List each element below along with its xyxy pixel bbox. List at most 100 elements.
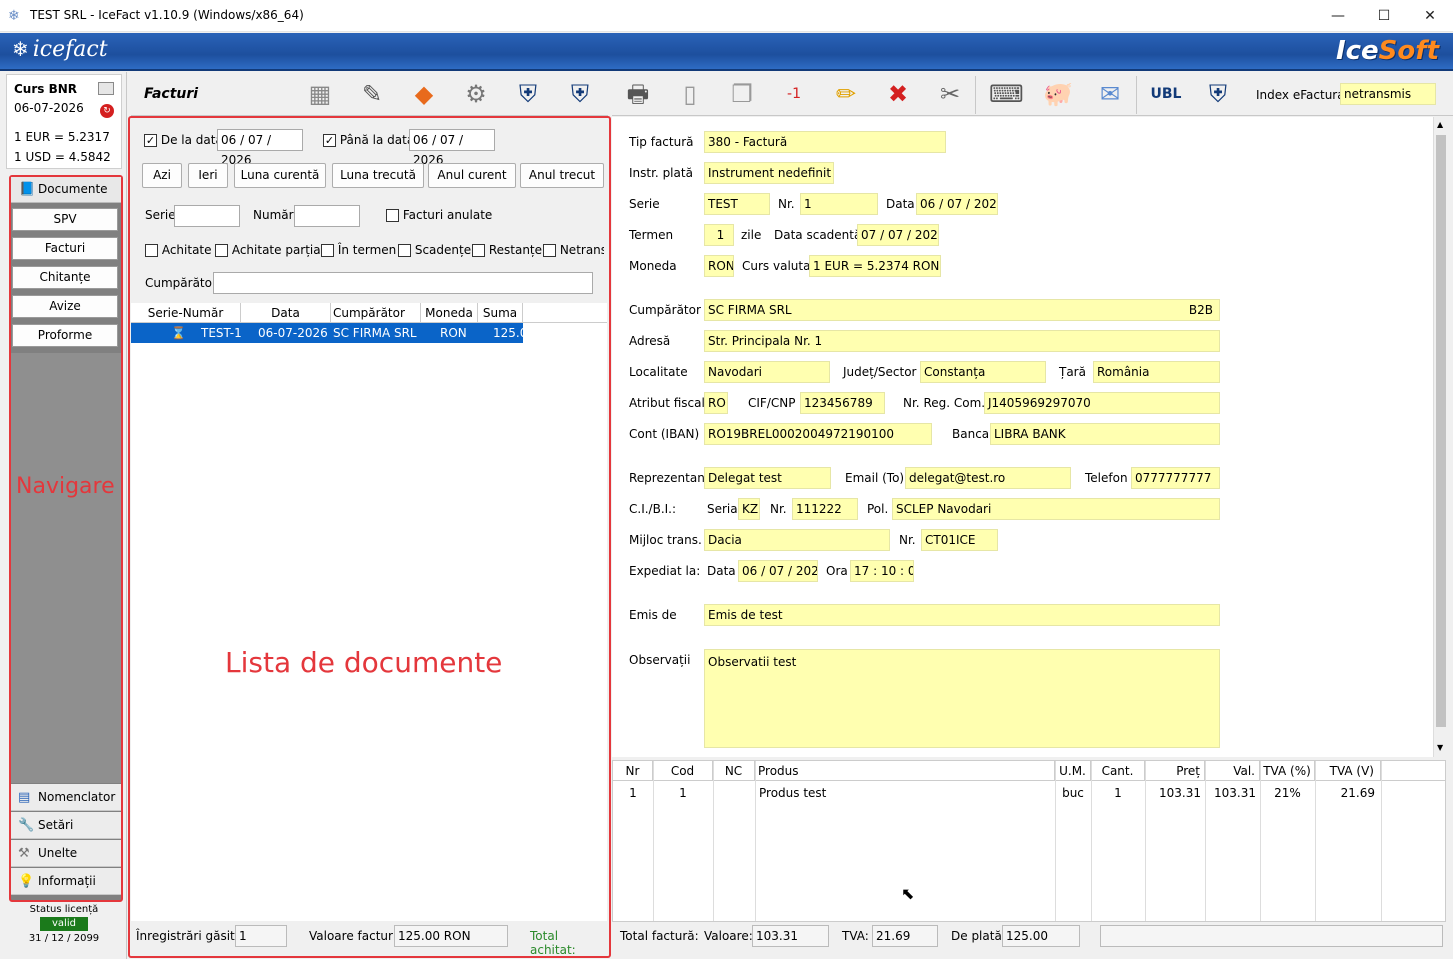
pana-la-data-checkbox[interactable]: ✓	[323, 134, 336, 147]
instr-plata-field[interactable]: Instrument nedefinit	[704, 162, 834, 184]
luna-curenta-button[interactable]: Luna curentă	[234, 163, 326, 188]
shield-efactura-icon[interactable]: ⛨	[1201, 77, 1235, 111]
cif-field[interactable]: 123456789	[800, 392, 885, 414]
col-tva-procent[interactable]: TVA (%)	[1260, 761, 1315, 781]
new-document-icon[interactable]: ▯	[673, 77, 707, 111]
col-pret[interactable]: Preț	[1145, 761, 1205, 781]
tip-factura-field[interactable]: 380 - Factură	[704, 131, 946, 153]
nav-avize-button[interactable]: Avize	[12, 295, 118, 318]
cash-register-icon[interactable]: ⌨	[989, 77, 1024, 111]
expediat-data-field[interactable]: 06 / 07 / 2026	[738, 560, 818, 582]
restante-filter[interactable]: Restanțe	[472, 243, 542, 257]
data-scadenta-field[interactable]: 07 / 07 / 2026	[857, 224, 939, 246]
minimize-button[interactable]: —	[1315, 0, 1361, 32]
nav-chitante-button[interactable]: Chitanțe	[12, 266, 118, 289]
cumparator-field[interactable]: SC FIRMA SRL B2B	[704, 299, 1220, 321]
reprezentant-field[interactable]: Delegat test	[704, 467, 831, 489]
line-cod[interactable]: 1	[653, 783, 713, 803]
anul-trecut-button[interactable]: Anul trecut	[520, 163, 604, 188]
print-icon[interactable]: 🖶	[621, 77, 655, 111]
line-um[interactable]: buc	[1055, 783, 1091, 803]
line-pret[interactable]: 103.31	[1145, 783, 1201, 803]
shield-icon[interactable]: ⛨	[511, 77, 545, 111]
col-nr[interactable]: Nr	[613, 761, 653, 781]
line-val[interactable]: 103.31	[1205, 783, 1256, 803]
nav-unelte[interactable]: ⚒ Unelte	[11, 840, 121, 867]
mijloc-transport-field[interactable]: Dacia	[704, 529, 890, 551]
gears-icon[interactable]: ⚙	[459, 77, 493, 111]
banca-field[interactable]: LIBRA BANK	[990, 423, 1220, 445]
form-scrollbar[interactable]: ▲ ▼	[1433, 117, 1447, 757]
line-nr[interactable]: 1	[613, 783, 653, 803]
pol-field[interactable]: SCLEP Navodari	[892, 498, 1220, 520]
atribut-fiscal-field[interactable]: RO	[704, 392, 728, 414]
judet-field[interactable]: Constanța	[920, 361, 1046, 383]
ci-seria-field[interactable]: KZ	[738, 498, 760, 520]
expediat-ora-field[interactable]: 17 : 10 : 05	[850, 560, 914, 582]
pana-la-data-filter[interactable]: ✓ Până la data	[323, 133, 414, 147]
termen-field[interactable]: 1	[704, 224, 734, 246]
luna-trecuta-button[interactable]: Luna trecută	[332, 163, 424, 188]
in-termen-filter[interactable]: În termen	[321, 243, 396, 257]
cancel-scissors-icon[interactable]: ✂	[933, 77, 967, 111]
col-cumparator[interactable]: Cumpărător	[331, 303, 421, 323]
adresa-field[interactable]: Str. Principala Nr. 1	[704, 330, 1220, 352]
col-cod[interactable]: Cod	[653, 761, 713, 781]
table-row[interactable]: ⌛ TEST-1 06-07-2026 SC FIRMA SRL RON 125…	[131, 323, 523, 343]
serie-filter-input[interactable]	[174, 205, 240, 227]
line-tva-valoare[interactable]: 21.69	[1315, 783, 1375, 803]
ubl-icon[interactable]: UBL	[1149, 77, 1183, 111]
piggy-bank-icon[interactable]: 🐖	[1041, 77, 1075, 111]
iban-field[interactable]: RO19BREL0002004972190100	[704, 423, 932, 445]
col-moneda[interactable]: Moneda	[421, 303, 478, 323]
nav-proforme-button[interactable]: Proforme	[12, 324, 118, 347]
col-suma[interactable]: Suma	[478, 303, 523, 323]
email-field[interactable]: delegat@test.ro	[905, 467, 1071, 489]
facturi-anulate-checkbox[interactable]	[386, 209, 399, 222]
col-cant[interactable]: Cant.	[1091, 761, 1145, 781]
achitate-filter[interactable]: Achitate	[145, 243, 212, 257]
tara-field[interactable]: România	[1093, 361, 1220, 383]
nav-facturi-button[interactable]: Facturi	[12, 237, 118, 260]
de-la-data-input[interactable]: 06 / 07 / 2026	[217, 129, 303, 167]
col-data[interactable]: Data	[241, 303, 331, 323]
curs-valutar-field[interactable]: 1 EUR = 5.2374 RON	[809, 255, 941, 277]
documente-header[interactable]: 📘 Documente	[11, 177, 121, 203]
numar-filter-input[interactable]	[294, 205, 360, 227]
mijloc-nr-field[interactable]: CT01ICE	[921, 529, 998, 551]
scroll-down-icon[interactable]: ▼	[1437, 743, 1443, 752]
edit-document-icon[interactable]: ✎	[355, 77, 389, 111]
reg-com-field[interactable]: J1405969297070	[984, 392, 1220, 414]
line-cant[interactable]: 1	[1091, 783, 1145, 803]
line-produs[interactable]: Produs test	[759, 783, 1049, 803]
nav-informatii[interactable]: 💡 Informații	[11, 868, 121, 895]
cubes-icon[interactable]: ◆	[407, 77, 441, 111]
col-nc[interactable]: NC	[713, 761, 755, 781]
de-la-data-checkbox[interactable]: ✓	[144, 134, 157, 147]
de-la-data-filter[interactable]: ✓ De la data	[144, 133, 223, 147]
azi-button[interactable]: Azi	[142, 163, 182, 188]
col-val[interactable]: Val.	[1205, 761, 1260, 781]
refresh-icon[interactable]: ↻	[100, 104, 114, 118]
data-field[interactable]: 06 / 07 / 2026	[916, 193, 998, 215]
netransmise-filter[interactable]: Netransi	[543, 243, 604, 257]
scadente-filter[interactable]: Scadențe	[398, 243, 471, 257]
observatii-field[interactable]: Observatii test	[704, 649, 1220, 748]
spreadsheet-icon[interactable]: ▦	[303, 77, 337, 111]
anul-curent-button[interactable]: Anul curent	[428, 163, 516, 188]
ci-nr-field[interactable]: 111222	[792, 498, 858, 520]
facturi-anulate-filter[interactable]: Facturi anulate	[386, 208, 492, 222]
nav-spv-button[interactable]: SPV	[12, 208, 118, 231]
ieri-button[interactable]: Ieri	[188, 163, 228, 188]
col-tva-valoare[interactable]: TVA (V)	[1315, 761, 1381, 781]
telefon-field[interactable]: 0777777777	[1131, 467, 1220, 489]
maximize-button[interactable]: ☐	[1361, 0, 1407, 32]
delete-document-icon[interactable]: ✖	[881, 77, 915, 111]
shield-export-icon[interactable]: ⛨	[563, 77, 597, 111]
nav-nomenclator[interactable]: ▤ Nomenclator	[11, 784, 121, 811]
col-serie-numar[interactable]: Serie-Număr	[131, 303, 241, 323]
calendar-icon[interactable]	[98, 82, 114, 95]
pana-la-data-input[interactable]: 06 / 07 / 2026	[409, 129, 495, 167]
email-send-icon[interactable]: ✉	[1093, 77, 1127, 111]
nr-field[interactable]: 1	[800, 193, 878, 215]
